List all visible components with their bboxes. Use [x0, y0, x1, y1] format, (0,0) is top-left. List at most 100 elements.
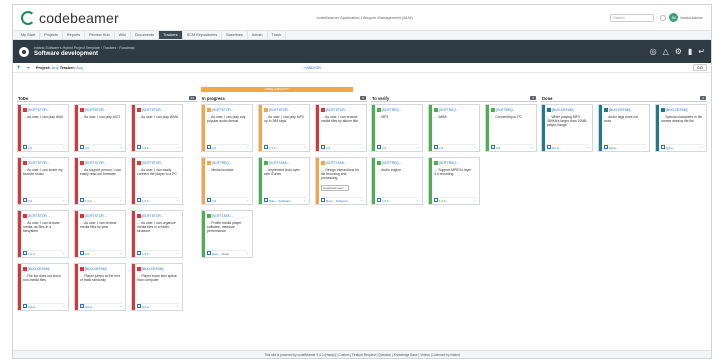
card-id[interactable]: [BUG-DEFAM] [23, 267, 66, 272]
card-id[interactable]: [SOFTREQ... [207, 161, 250, 166]
chevron-down-icon[interactable]: ⌄ [62, 251, 65, 255]
chevron-down-icon[interactable]: ⌄ [473, 198, 476, 202]
chevron-down-icon[interactable]: ⌄ [360, 198, 363, 202]
card-title[interactable]: WMA [434, 115, 476, 119]
chevron-down-icon[interactable]: ⌄ [119, 198, 122, 202]
chevron-down-icon[interactable]: ⌄ [303, 145, 306, 149]
chevron-down-icon[interactable]: ⌄ [119, 304, 122, 308]
nav-admin[interactable]: Admin [248, 31, 268, 39]
chevron-down-icon[interactable]: ⌄ [246, 198, 249, 202]
chevron-down-icon[interactable]: ⌄ [176, 304, 179, 308]
card-title[interactable]: As user, I can organize media files in a… [137, 221, 179, 233]
card-title[interactable]: Media browser [207, 168, 249, 172]
card-id[interactable]: [SOFTSTOR... [264, 108, 307, 113]
card-title[interactable]: Support MPEG4 layer 3.0 encoding [434, 168, 476, 176]
card-id[interactable]: [BUG-DEFAM] [137, 267, 180, 272]
card-id[interactable]: [SOFTSTOR... [321, 108, 364, 113]
card-title[interactable]: As user, I can browse media, as files in… [23, 221, 65, 233]
card-title[interactable]: File list does not show non-media files [23, 274, 65, 282]
kanban-card[interactable]: [SOFTSTOR... As user, I can play AICT 2.0⌄ [74, 104, 126, 152]
chevron-down-icon[interactable]: ⌄ [246, 251, 249, 255]
kanban-card[interactable]: [SOFTREQ... MP3 2.0⌄ [371, 104, 423, 152]
card-id[interactable]: [SOFTREQ... [377, 161, 420, 166]
kanban-card[interactable]: [SOFTSTOR... As user, I can browse media … [315, 104, 367, 152]
chevron-down-icon[interactable]: ⌄ [246, 145, 249, 149]
kanban-card[interactable]: [SOFTSTOR... As user, I can play MP3 up t… [258, 104, 310, 152]
card-title[interactable]: As user, I can play MP3 up to 384 kbps [264, 115, 306, 123]
kanban-card[interactable]: [SOFTTASK... Design interactions for file… [315, 157, 367, 205]
nav-review-hub[interactable]: Review Hub [85, 31, 115, 39]
kanban-card[interactable]: [SOFTSTOR... As user, I can play any popu… [201, 104, 253, 152]
chevron-down-icon[interactable]: ⌄ [360, 145, 363, 149]
card-title[interactable]: When playing MP3 384Kb/s larger than 10M… [547, 115, 589, 127]
kanban-card[interactable]: [SOFTSTOR... As user, I can browse media,… [17, 210, 69, 258]
breadcrumb[interactable]: Intland Software's Hybrid Project Templa… [34, 46, 135, 50]
card-id[interactable]: [SOFTSTOR... [23, 108, 66, 113]
kanban-card[interactable]: [BUG-DEFAM] File list does not show non-m… [17, 263, 69, 311]
card-title[interactable]: As support person, I can easily read out… [80, 168, 122, 176]
kanban-card[interactable]: [BUG-DEFAM] Audio tags does not work QA a.… [598, 104, 650, 152]
kanban-card[interactable]: [BUG-DEFAM] When playing MP3 384Kb/s larg… [541, 104, 593, 152]
card-id[interactable]: [SOFTSTOR... [137, 108, 180, 113]
kanban-card[interactable]: [SOFTSTOR... As user, I can share my favo… [17, 157, 69, 205]
search-input[interactable]: Search [610, 13, 655, 22]
kanban-card[interactable]: [BUG-DEFAM] Player show less space than c… [131, 263, 183, 311]
chart-icon[interactable]: △ [663, 47, 669, 56]
settings-icon[interactable] [660, 14, 667, 21]
nav-reports[interactable]: Reports [63, 31, 86, 39]
page-title[interactable]: Software development [34, 51, 135, 57]
chevron-down-icon[interactable]: ⌄ [176, 145, 179, 149]
tracker-filter[interactable]: Tracker: Any [60, 65, 83, 70]
card-title[interactable]: As user, I can play WAV [23, 115, 65, 119]
kanban-card[interactable]: [SOFTSTOR... As user, I can play WMA 1.0 b… [131, 104, 183, 152]
kanban-card[interactable]: [SOFTSTOR... As user, I can browse media … [74, 210, 126, 258]
kanban-card[interactable]: [SOFTREQ... Support MPEG4 layer 3.0 encod… [428, 157, 480, 205]
nav-my-start[interactable]: My Start [17, 31, 41, 39]
chevron-down-icon[interactable]: ⌄ [303, 198, 306, 202]
nav-baselines[interactable]: Baselines [222, 31, 248, 39]
settings-icon[interactable]: ⚙ [675, 47, 682, 56]
card-title[interactable]: Design interactions for file browsing an… [321, 168, 363, 180]
card-id[interactable]: [BUG-DEFAM] [604, 108, 647, 113]
chevron-down-icon[interactable]: ⌄ [416, 145, 419, 149]
chevron-down-icon[interactable]: ⌄ [643, 145, 646, 149]
chevron-down-icon[interactable]: ⌄ [119, 251, 122, 255]
kanban-card[interactable]: [SOFTTASK... Implement Auto-sync with iTu… [258, 157, 310, 205]
card-title[interactable]: As user, I can play WMA [137, 115, 179, 119]
card-id[interactable]: [SOFTREQ... [491, 108, 534, 113]
chevron-down-icon[interactable]: ⌄ [119, 145, 122, 149]
card-title[interactable]: As user, I can play any popular audio fo… [207, 115, 249, 123]
card-title[interactable]: MP3 [377, 115, 419, 119]
avatar[interactable]: BA [669, 13, 679, 22]
card-id[interactable]: [SOFTSTOR... [137, 161, 180, 166]
kanban-card[interactable]: [SOFTSTOR... As user, I can play WAV 2.0⌄ [17, 104, 69, 152]
card-id[interactable]: [SOFTREQ... [434, 108, 477, 113]
card-title[interactable]: Profile media player software, measure p… [207, 221, 249, 233]
go-button[interactable]: GO [692, 64, 707, 71]
card-id[interactable]: [SOFTREQ... [434, 161, 477, 166]
chevron-down-icon[interactable]: ⌄ [62, 304, 65, 308]
card-id[interactable]: [SOFTTASK... [264, 161, 307, 166]
nav-scm[interactable]: SCM Repositories [183, 31, 223, 39]
kanban-card[interactable]: [SOFTREQ... Connecting to PC 2.0⌄ [485, 104, 537, 152]
card-id[interactable]: [SOFTREQ... [377, 108, 420, 113]
kanban-card[interactable]: [SOFTSTOR... As user, I can easily connec… [131, 157, 183, 205]
card-id[interactable]: [SOFTSTOR... [80, 161, 123, 166]
nav-wiki[interactable]: Wiki [115, 31, 131, 39]
card-title[interactable]: Implement Auto-sync with iTunes [264, 168, 306, 176]
project-filter[interactable]: Project: Any [36, 65, 59, 70]
add-icon[interactable]: + [17, 65, 21, 71]
card-id[interactable]: [SOFTSTOR... [80, 214, 123, 219]
kanban-card[interactable]: [BUG-DEFAM] Special characters in file na… [655, 104, 707, 152]
card-title[interactable]: Connecting to PC [491, 115, 533, 119]
chevron-down-icon[interactable]: ⌄ [62, 145, 65, 149]
card-title[interactable]: Special characters in file names destroy… [661, 115, 703, 123]
arrow-icon[interactable]: ➜ [27, 65, 30, 70]
chevron-down-icon[interactable]: ⌄ [530, 145, 533, 149]
card-title[interactable]: As user, I can share my favorite music [23, 168, 65, 176]
chevron-down-icon[interactable]: ⌄ [176, 198, 179, 202]
card-title[interactable]: As user, I can easily connect the player… [137, 168, 179, 176]
kanban-card[interactable]: [SOFTSTOR... As user, I can organize medi… [131, 210, 183, 258]
chevron-down-icon[interactable]: ⌄ [586, 145, 589, 149]
chevron-down-icon[interactable]: ⌄ [473, 145, 476, 149]
